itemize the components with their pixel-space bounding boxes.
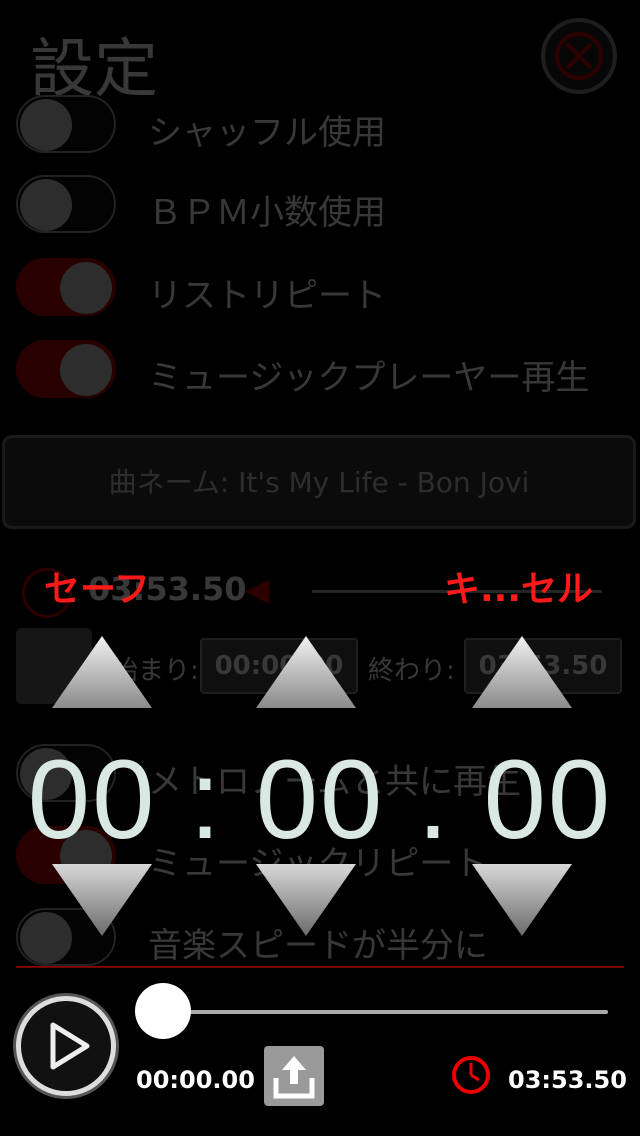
shuffle-label: シャッフル使用 <box>148 113 386 153</box>
current-time: 00:00.00 <box>136 1066 255 1094</box>
play-button[interactable] <box>16 996 116 1096</box>
list-repeat-toggle[interactable] <box>16 258 116 316</box>
bpm-decimal-label: ＢＰＭ小数使用 <box>148 193 386 233</box>
fraction-down-arrow-icon[interactable] <box>472 864 572 936</box>
time-digits: 00 : 00 . 00 <box>27 737 613 862</box>
speaker-icon: ◀ <box>245 570 270 608</box>
minutes-up-arrow-icon[interactable] <box>52 636 152 708</box>
save-button[interactable]: セーフ <box>44 560 150 612</box>
fraction-up-arrow-icon[interactable] <box>472 636 572 708</box>
shuffle-toggle[interactable] <box>16 95 116 153</box>
close-button[interactable] <box>541 18 617 94</box>
cancel-button[interactable]: キ...セル <box>444 560 593 612</box>
song-name: 曲ネーム: It's My Life - Bon Jovi <box>108 466 530 499</box>
total-time: 03:53.50 <box>508 1066 627 1094</box>
list-repeat-label: リストリピート <box>148 276 386 316</box>
share-icon <box>273 1056 315 1099</box>
play-icon <box>50 1022 90 1070</box>
end-label: 終わり: <box>368 656 455 686</box>
clock-icon <box>452 1056 490 1094</box>
share-button[interactable] <box>264 1046 324 1106</box>
divider <box>16 966 624 968</box>
progress-track[interactable] <box>150 1010 608 1014</box>
music-player-toggle[interactable] <box>16 340 116 398</box>
progress-thumb[interactable] <box>135 983 191 1039</box>
seconds-up-arrow-icon[interactable] <box>256 636 356 708</box>
music-player-label: ミュージックプレーヤー再生 <box>148 358 590 398</box>
seconds-down-arrow-icon[interactable] <box>256 864 356 936</box>
minutes-down-arrow-icon[interactable] <box>52 864 152 936</box>
song-select-button[interactable]: 曲ネーム: It's My Life - Bon Jovi <box>2 435 636 529</box>
bpm-decimal-toggle[interactable] <box>16 175 116 233</box>
close-icon <box>555 32 603 80</box>
